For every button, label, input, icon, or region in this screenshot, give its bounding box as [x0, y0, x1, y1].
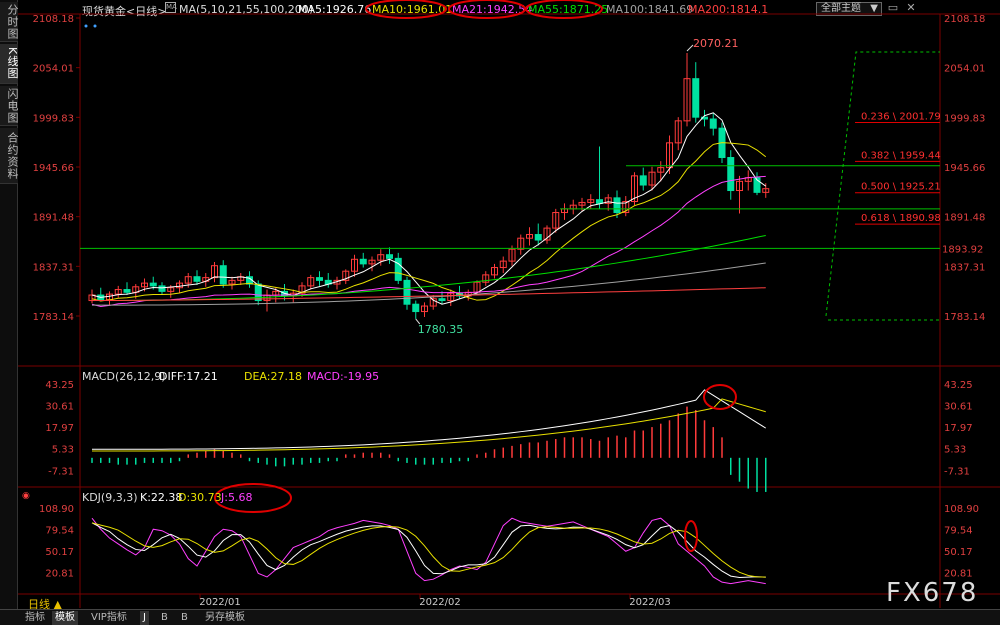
macd-axis-label-left: 43.25: [45, 380, 74, 391]
candle-body: [403, 279, 411, 305]
price-axis-label-right: 1999.83: [944, 113, 985, 124]
macd-diff: DIFF:17.21: [159, 370, 218, 383]
macd-axis-label-right: 43.25: [944, 380, 973, 391]
macd-axis-label-right: 17.97: [944, 423, 973, 434]
candle-body: [438, 298, 446, 302]
candle-body: [412, 303, 420, 313]
chart-canvas[interactable]: 2108.18 2108.18 2054.01 2054.01 1999.83 1999.…: [0, 0, 1000, 625]
price-axis-label-left: 1945.66: [33, 163, 74, 174]
candle-body: [394, 257, 402, 281]
support-price-label: 1893.92: [942, 244, 983, 255]
macd-axis-label-left: 17.97: [45, 423, 74, 434]
candle-body: [692, 78, 700, 118]
fib-label: 0.236 \ 2001.79: [861, 112, 941, 123]
price-axis-label-right: 1783.14: [944, 312, 985, 323]
price-axis-label-left: 1837.31: [33, 262, 74, 273]
time-axis-label: 2022/03: [629, 597, 671, 608]
macd-value: MACD:-19.95: [307, 370, 380, 383]
time-axis-label: 2022/01: [199, 597, 241, 608]
indicator-dot: [93, 24, 97, 28]
candle-body: [219, 265, 227, 285]
ma10-line: [91, 142, 767, 302]
candle-body: [709, 118, 717, 129]
candle-body: [158, 285, 166, 292]
watermark-logo: FX678: [886, 578, 979, 608]
highlight-ma10: [365, 0, 447, 19]
kdj-k: K:22.38: [140, 491, 183, 504]
price-axis-label-right: 1945.66: [944, 163, 985, 174]
macd-axis-label-left: 5.33: [52, 445, 74, 456]
kdj-j: J:5.68: [221, 491, 253, 504]
high-price-label: 2070.21: [693, 37, 739, 50]
kdj-axis-label-left: 50.17: [45, 547, 74, 558]
price-axis-label-right: 2108.18: [944, 14, 985, 25]
highlight-ma55: [525, 0, 603, 19]
highlight-macd-cross: [703, 384, 737, 410]
macd-axis-label-right: -7.31: [944, 466, 970, 477]
tab-b-2[interactable]: B: [178, 611, 191, 625]
tab-templates[interactable]: 模板: [52, 611, 78, 625]
bottom-toolbar: 指标 模板 VIP指标 J B B 另存模板: [0, 609, 1000, 625]
price-axis-label-left: 1783.14: [33, 312, 74, 323]
fib-label: 0.618 \ 1890.98: [861, 213, 941, 224]
macd-axis-label-left: 30.61: [45, 402, 74, 413]
macd-axis-label-right: 30.61: [944, 402, 973, 413]
kdj-axis-label-left: 20.81: [45, 569, 74, 580]
candle-body: [316, 277, 323, 281]
kdj-settings-icon[interactable]: ◉: [22, 491, 30, 501]
kdj-title: KDJ(9,3,3): [82, 491, 138, 504]
trading-chart-app: 分时图 K线图 闪电图 合约资料 现货黄金<日线> MA MA(5,10,21,…: [0, 0, 1000, 625]
candle-body: [534, 234, 542, 241]
macd-axis-label-left: -7.31: [48, 466, 74, 477]
price-axis-label-left: 1891.48: [33, 213, 74, 224]
kdj-d: D:30.73: [178, 491, 222, 504]
kdj-axis-label-right: 108.90: [944, 504, 979, 515]
candle-body: [149, 282, 157, 287]
macd-axis-label-right: 5.33: [944, 445, 966, 456]
kdj-k-line: [91, 522, 766, 579]
candle-body: [359, 258, 367, 265]
time-axis-label: 2022/02: [419, 597, 461, 608]
indicator-dot: [84, 24, 88, 28]
candle-body: [727, 157, 735, 192]
kdj-axis-label-right: 50.17: [944, 547, 973, 558]
candle-body: [123, 289, 131, 293]
candle-body: [613, 197, 621, 214]
candle-body: [193, 276, 201, 282]
price-axis-label-right: 1891.48: [944, 213, 985, 224]
candle-body: [386, 254, 393, 259]
kdj-axis-label-left: 108.90: [39, 504, 74, 515]
fib-label: 0.500 \ 1925.21: [861, 182, 941, 193]
tab-save-template[interactable]: 另存模板: [202, 611, 248, 625]
macd-title: MACD(26,12,9): [82, 370, 166, 383]
tab-b-1[interactable]: B: [158, 611, 171, 625]
price-axis-label-left: 2054.01: [33, 64, 74, 75]
kdj-axis-label-left: 79.54: [45, 526, 74, 537]
price-axis-label-right: 2054.01: [944, 64, 985, 75]
macd-dea: DEA:27.18: [244, 370, 302, 383]
price-axis-label-right: 1837.31: [944, 262, 985, 273]
tab-j[interactable]: J: [140, 611, 149, 625]
candle-body: [639, 175, 647, 186]
low-price-label: 1780.35: [418, 323, 464, 336]
macd-diff-line: [91, 389, 767, 450]
tab-vip-indicators[interactable]: VIP指标: [88, 611, 130, 625]
candle-body: [596, 199, 603, 204]
fib-label: 0.382 \ 1959.44: [861, 150, 941, 161]
price-axis-label-left: 2108.18: [33, 14, 74, 25]
price-axis-label-left: 1999.83: [33, 113, 74, 124]
ma21-line: [91, 175, 766, 308]
kdj-axis-label-right: 79.54: [944, 526, 973, 537]
tab-indicators[interactable]: 指标: [22, 611, 48, 625]
macd-dea-line: [91, 398, 766, 452]
highlight-ma21: [448, 0, 526, 19]
